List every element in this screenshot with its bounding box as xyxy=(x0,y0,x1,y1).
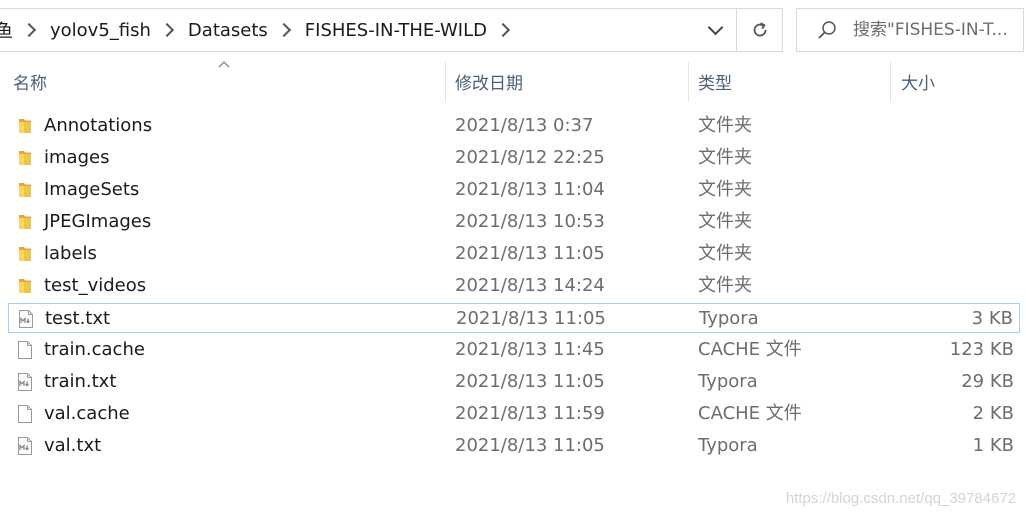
refresh-button[interactable] xyxy=(737,8,783,52)
file-type: Typora xyxy=(698,435,758,456)
file-name: test_videos xyxy=(44,275,147,296)
file-row[interactable]: images 2021/8/12 22:25 文件夹 xyxy=(8,143,1020,173)
file-type: CACHE 文件 xyxy=(698,339,802,360)
file-name: ImageSets xyxy=(44,179,140,200)
file-type: CACHE 文件 xyxy=(698,403,802,424)
address-history-dropdown[interactable] xyxy=(697,8,733,52)
file-size: 2 KB xyxy=(972,403,1014,424)
file-name: labels xyxy=(44,243,97,264)
folder-icon xyxy=(15,212,35,232)
breadcrumb-item-datasets[interactable]: Datasets xyxy=(186,20,270,41)
file-modified-date: 2021/8/13 11:05 xyxy=(456,308,606,329)
sort-ascending-icon xyxy=(218,61,230,68)
folder-icon xyxy=(15,244,35,264)
file-type: 文件夹 xyxy=(698,115,752,136)
refresh-icon xyxy=(753,22,766,37)
file-name: Annotations xyxy=(44,115,153,136)
column-header-date-label: 修改日期 xyxy=(455,73,523,94)
file-row[interactable]: JPEGImages 2021/8/13 10:53 文件夹 xyxy=(8,207,1020,237)
file-name: test.txt xyxy=(45,308,111,329)
file-row[interactable]: labels 2021/8/13 11:05 文件夹 xyxy=(8,239,1020,269)
file-row[interactable]: val.txt 2021/8/13 11:05 Typora 1 KB xyxy=(8,431,1020,461)
column-resize-handle[interactable] xyxy=(890,62,891,102)
file-size: 1 KB xyxy=(972,435,1014,456)
file-type: 文件夹 xyxy=(698,275,752,296)
file-row[interactable]: test.txt 2021/8/13 11:05 Typora 3 KB xyxy=(8,303,1020,333)
file-explorer-window: 鱼 yolov5_fish Datasets FISHES-IN-THE-WIL… xyxy=(0,0,1026,520)
file-size: 123 KB xyxy=(949,339,1014,360)
file-name: train.cache xyxy=(44,339,145,360)
markdown-file-icon xyxy=(15,372,35,392)
file-name: images xyxy=(44,147,110,168)
file-row[interactable]: test_videos 2021/8/13 14:24 文件夹 xyxy=(8,271,1020,301)
file-name: JPEGImages xyxy=(44,211,152,232)
file-name: val.cache xyxy=(44,403,130,424)
column-header-type-label: 类型 xyxy=(698,73,732,94)
markdown-file-icon xyxy=(16,309,36,329)
column-header-row: 名称 修改日期 类型 大小 xyxy=(0,60,1026,102)
column-resize-handle[interactable] xyxy=(445,62,446,102)
file-type: Typora xyxy=(699,308,759,329)
file-modified-date: 2021/8/13 11:45 xyxy=(455,339,605,360)
watermark-text: https://blog.csdn.net/qq_39784672 xyxy=(785,490,1016,507)
search-box[interactable] xyxy=(796,8,1024,52)
address-bar[interactable]: 鱼 yolov5_fish Datasets FISHES-IN-THE-WIL… xyxy=(0,8,737,52)
column-header-name-label: 名称 xyxy=(13,73,47,94)
breadcrumb-item-fishes-in-the-wild[interactable]: FISHES-IN-THE-WILD xyxy=(303,20,489,41)
search-input[interactable] xyxy=(853,20,1019,40)
search-icon xyxy=(817,20,837,40)
column-header-size-label: 大小 xyxy=(901,73,935,94)
file-row[interactable]: train.cache 2021/8/13 11:45 CACHE 文件 123 KB xyxy=(8,335,1020,365)
file-size: 29 KB xyxy=(961,371,1014,392)
breadcrumb: 鱼 yolov5_fish Datasets FISHES-IN-THE-WIL… xyxy=(0,9,522,51)
folder-icon xyxy=(15,180,35,200)
markdown-file-icon xyxy=(15,436,35,456)
file-type: 文件夹 xyxy=(698,147,752,168)
folder-icon xyxy=(15,148,35,168)
file-modified-date: 2021/8/13 10:53 xyxy=(455,211,605,232)
column-header-size[interactable]: 大小 xyxy=(901,60,1021,102)
file-modified-date: 2021/8/13 11:05 xyxy=(455,435,605,456)
file-modified-date: 2021/8/13 14:24 xyxy=(455,275,605,296)
breadcrumb-chevron-icon[interactable] xyxy=(159,22,174,38)
folder-icon xyxy=(15,276,35,296)
file-type: 文件夹 xyxy=(698,211,752,232)
file-name: val.txt xyxy=(44,435,102,456)
file-row[interactable]: val.cache 2021/8/13 11:59 CACHE 文件 2 KB xyxy=(8,399,1020,429)
breadcrumb-chevron-icon[interactable] xyxy=(495,22,511,38)
breadcrumb-item-parent[interactable]: 鱼 xyxy=(0,17,15,43)
column-header-type[interactable]: 类型 xyxy=(698,60,888,102)
file-size: 3 KB xyxy=(971,308,1013,329)
file-row[interactable]: train.txt 2021/8/13 11:05 Typora 29 KB xyxy=(8,367,1020,397)
breadcrumb-chevron-icon[interactable] xyxy=(276,22,291,38)
file-modified-date: 2021/8/13 11:04 xyxy=(455,179,605,200)
column-resize-handle[interactable] xyxy=(688,62,689,102)
file-modified-date: 2021/8/12 22:25 xyxy=(455,147,605,168)
file-type: 文件夹 xyxy=(698,243,752,264)
folder-icon xyxy=(15,116,35,136)
file-name: train.txt xyxy=(44,371,117,392)
file-modified-date: 2021/8/13 11:05 xyxy=(455,243,605,264)
breadcrumb-chevron-icon[interactable] xyxy=(21,22,37,38)
file-modified-date: 2021/8/13 0:37 xyxy=(455,115,594,136)
column-header-date[interactable]: 修改日期 xyxy=(455,60,685,102)
breadcrumb-item-yolov5-fish[interactable]: yolov5_fish xyxy=(48,20,153,41)
file-modified-date: 2021/8/13 11:59 xyxy=(455,403,605,424)
chevron-down-icon xyxy=(707,19,723,36)
file-type: Typora xyxy=(698,371,758,392)
file-row[interactable]: ImageSets 2021/8/13 11:04 文件夹 xyxy=(8,175,1020,205)
file-type: 文件夹 xyxy=(698,179,752,200)
blank-file-icon xyxy=(15,404,35,424)
file-modified-date: 2021/8/13 11:05 xyxy=(455,371,605,392)
blank-file-icon xyxy=(15,340,35,360)
file-row[interactable]: Annotations 2021/8/13 0:37 文件夹 xyxy=(8,111,1020,141)
